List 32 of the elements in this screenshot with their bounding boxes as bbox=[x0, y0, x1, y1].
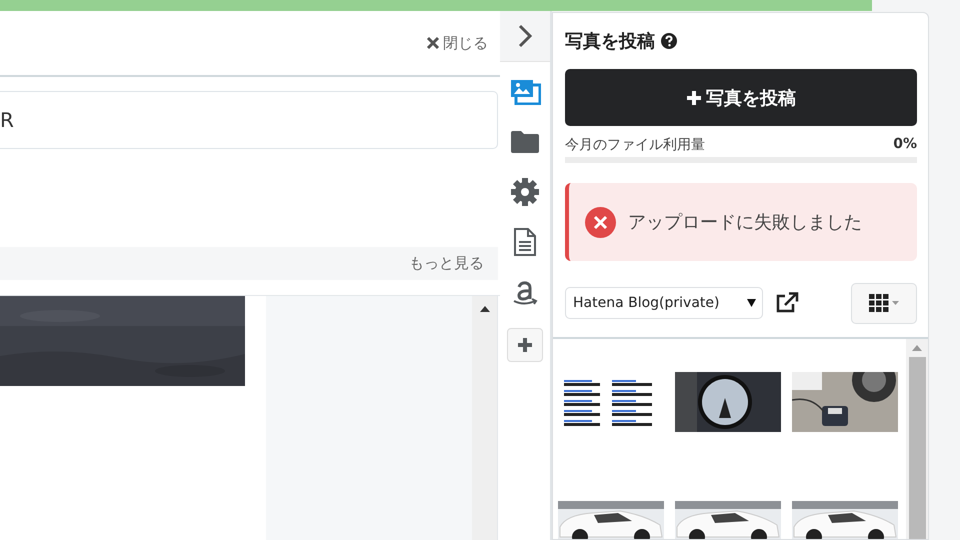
title-field[interactable]: R bbox=[0, 91, 498, 149]
chevron-right-icon bbox=[518, 24, 532, 48]
error-icon bbox=[585, 206, 616, 238]
collapse-button[interactable] bbox=[500, 11, 550, 62]
upload-photo-button[interactable]: 写真を投稿 bbox=[565, 69, 917, 126]
photos-icon bbox=[510, 79, 540, 105]
external-link-button[interactable] bbox=[775, 292, 799, 314]
dropdown-icon bbox=[747, 299, 756, 307]
close-button[interactable]: 閉じる bbox=[426, 34, 488, 52]
document-icon bbox=[513, 228, 537, 256]
scroll-thumb[interactable] bbox=[908, 357, 926, 539]
alert-message: アップロードに失敗しました bbox=[628, 211, 862, 234]
settings-icon bbox=[511, 178, 539, 206]
view-toggle-button[interactable] bbox=[851, 282, 917, 324]
caret-icon bbox=[892, 301, 899, 305]
panel-title: 写真を投稿 bbox=[565, 30, 655, 53]
more-link[interactable]: もっと見る bbox=[409, 254, 484, 273]
scroll-up-icon bbox=[912, 345, 922, 351]
usage-label: 今月のファイル利用量 bbox=[565, 136, 705, 154]
scrollbar[interactable] bbox=[472, 296, 497, 540]
plus-icon bbox=[517, 337, 533, 353]
scroll-up-icon bbox=[480, 306, 490, 312]
scrollbar[interactable] bbox=[906, 339, 928, 539]
help-icon[interactable] bbox=[661, 33, 677, 49]
grid-icon bbox=[869, 294, 889, 312]
external-link-icon bbox=[775, 292, 799, 314]
close-icon bbox=[426, 36, 440, 50]
album-select[interactable]: Hatena Blog(private) bbox=[565, 287, 763, 319]
usage-reading: 0% bbox=[893, 136, 917, 154]
add-button[interactable] bbox=[507, 328, 543, 362]
folder-icon bbox=[511, 131, 539, 153]
plus-icon bbox=[686, 90, 702, 106]
